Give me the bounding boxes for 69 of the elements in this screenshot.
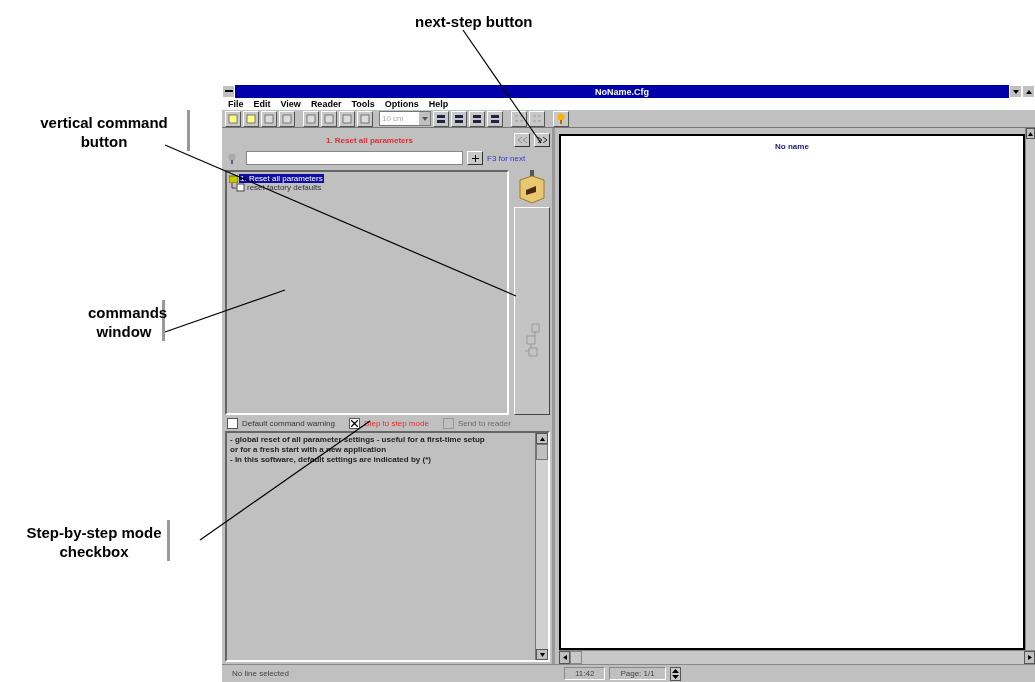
- bulb-icon: [557, 113, 565, 124]
- toolbar-button[interactable]: [243, 110, 259, 127]
- vertical-scrollbar[interactable]: [535, 433, 548, 660]
- scroll-thumb[interactable]: [536, 444, 548, 460]
- folder-icon: [229, 174, 238, 183]
- status-time: 11:42: [564, 667, 606, 680]
- caret-icon: [421, 116, 428, 121]
- menu-item[interactable]: Help: [428, 99, 449, 109]
- callout-label: commands window: [85, 300, 165, 341]
- up-arrow-icon: [1028, 131, 1033, 136]
- toolbar-button[interactable]: [321, 110, 337, 127]
- double-right-arrow-icon: [537, 137, 547, 143]
- tree-item[interactable]: reset factory defaults: [246, 183, 323, 192]
- system-menu-button[interactable]: [222, 85, 235, 98]
- help-button[interactable]: [553, 110, 569, 127]
- horizontal-scrollbar[interactable]: [559, 650, 1035, 664]
- toolbar-button[interactable]: [357, 110, 373, 127]
- callout-label: next-step button: [415, 12, 534, 31]
- status-message: No line selected: [231, 669, 290, 678]
- description-line: - global reset of all parameter settings - useful for a first-time setup: [230, 435, 486, 445]
- toolbar-button[interactable]: [433, 110, 449, 127]
- search-field[interactable]: [246, 151, 463, 165]
- toolbar-button[interactable]: [487, 110, 503, 127]
- menu-item[interactable]: File: [228, 99, 244, 109]
- toolbar-button[interactable]: [279, 110, 295, 127]
- cube-icon: [517, 170, 547, 204]
- up-arrow-icon: [1025, 89, 1032, 94]
- menu-item[interactable]: Tools: [351, 99, 375, 109]
- minimize-button[interactable]: [1009, 85, 1022, 98]
- bulb-icon: [228, 152, 236, 164]
- scroll-thumb[interactable]: [570, 651, 582, 664]
- bar-icon: [224, 90, 233, 93]
- toolbar-button[interactable]: [339, 110, 355, 127]
- double-left-arrow-icon: [517, 137, 527, 143]
- toolbar-button[interactable]: [225, 110, 241, 127]
- window-title: NoName.Cfg: [594, 86, 650, 97]
- toolbar-button[interactable]: [511, 110, 527, 127]
- status-page: Page: 1/1: [609, 667, 666, 680]
- toolbar-button[interactable]: [529, 110, 545, 127]
- hint-text: F3 for next: [487, 153, 526, 163]
- right-arrow-icon: [1027, 655, 1032, 660]
- cross-icon: [350, 419, 358, 427]
- menu-item[interactable]: View: [280, 99, 301, 109]
- menu-item[interactable]: Reader: [310, 99, 342, 109]
- toolbar-button[interactable]: [303, 110, 319, 127]
- toolbar-button[interactable]: [469, 110, 485, 127]
- plus-icon: [471, 154, 479, 162]
- vertical-scrollbar[interactable]: [1025, 128, 1035, 650]
- left-arrow-icon: [562, 655, 567, 660]
- flowchart-icon: [523, 323, 541, 359]
- document-title: No name: [775, 142, 809, 151]
- previous-step-button[interactable]: [514, 133, 530, 147]
- callout-label: vertical command button: [20, 110, 190, 151]
- menu-item[interactable]: Edit: [253, 99, 271, 109]
- menu-item[interactable]: Options: [384, 99, 419, 109]
- page-spinner[interactable]: [669, 666, 681, 681]
- up-arrow-icon: [539, 436, 545, 441]
- toolbar-button[interactable]: [451, 110, 467, 127]
- next-step-button[interactable]: [534, 133, 550, 147]
- callout-label: Step-by-step mode checkbox: [20, 520, 170, 561]
- add-button[interactable]: [467, 151, 483, 165]
- toolbar-button[interactable]: [261, 110, 277, 127]
- down-arrow-icon: [1012, 89, 1019, 94]
- up-down-arrows-icon: [671, 667, 679, 680]
- vertical-command-button[interactable]: [514, 207, 550, 415]
- down-arrow-icon: [539, 652, 545, 657]
- step-title: 1. Reset all parameters: [324, 135, 415, 145]
- maximize-button[interactable]: [1022, 85, 1035, 98]
- option-checkbox[interactable]: Default command warning: [227, 417, 335, 429]
